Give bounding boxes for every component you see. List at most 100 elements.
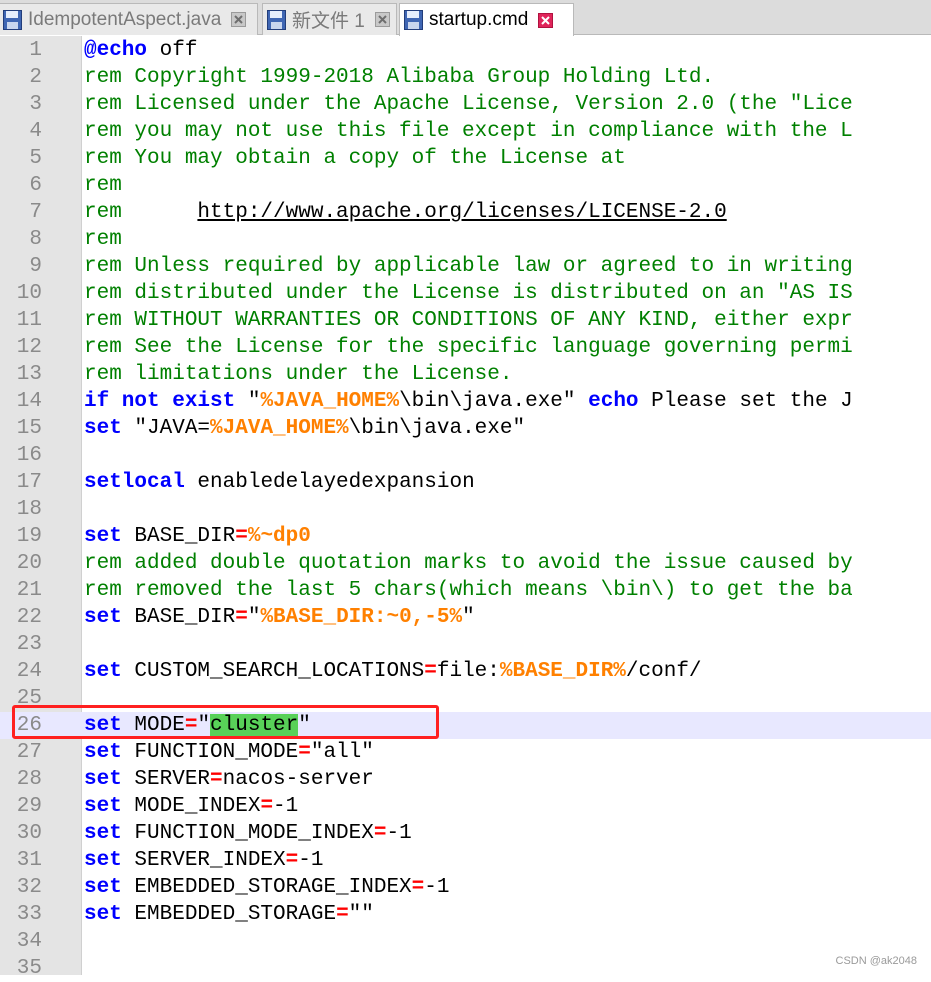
- token-t: ": [247, 606, 261, 629]
- code-line[interactable]: 26 set MODE="cluster": [0, 712, 931, 739]
- code-line[interactable]: 33 set EMBEDDED_STORAGE="": [0, 901, 931, 928]
- code-line[interactable]: 30 set FUNCTION_MODE_INDEX=-1: [0, 820, 931, 847]
- token-t: EMBEDDED_STORAGE_INDEX: [121, 876, 412, 899]
- code-line[interactable]: 10 rem distributed under the License is d…: [0, 280, 931, 307]
- code-line[interactable]: 13 rem limitations under the License.: [0, 361, 931, 388]
- code-line[interactable]: 9 rem Unless required by applicable law o…: [0, 253, 931, 280]
- code-line[interactable]: 15 set "JAVA=%JAVA_HOME%\bin\java.exe": [0, 415, 931, 442]
- token-kw: set: [84, 606, 122, 629]
- code-text: rem Unless required by applicable law or…: [84, 253, 853, 280]
- code-line[interactable]: 34: [0, 928, 931, 955]
- token-t: /conf/: [625, 660, 702, 683]
- token-t: SERVER: [121, 768, 211, 791]
- token-t: ": [298, 714, 311, 737]
- line-number: 31: [16, 849, 42, 872]
- code-text: rem See the License for the specific lan…: [84, 334, 853, 361]
- close-icon[interactable]: [538, 12, 554, 28]
- line-number: 35: [16, 957, 42, 980]
- code-text: rem Copyright 1999-2018 Alibaba Group Ho…: [84, 64, 714, 91]
- token-kw: setlocal: [84, 471, 185, 494]
- code-text: set MODE_INDEX=-1: [84, 793, 298, 820]
- line-number: 27: [16, 741, 42, 764]
- line-number: 4: [29, 120, 42, 143]
- token-t: -1: [424, 876, 450, 899]
- token-kw: @echo: [84, 39, 148, 62]
- tab-startup-cmd[interactable]: startup.cmd: [399, 3, 574, 36]
- token-var: %JAVA_HOME%: [260, 390, 400, 413]
- code-text: set MODE="cluster": [84, 712, 311, 739]
- code-line[interactable]: 6 rem: [0, 172, 931, 199]
- code-text: set BASE_DIR="%BASE_DIR:~0,-5%": [84, 604, 475, 631]
- code-line[interactable]: 4 rem you may not use this file except in…: [0, 118, 931, 145]
- tab-new-file-1[interactable]: 新文件 1: [262, 3, 397, 35]
- code-line[interactable]: 12 rem See the License for the specific l…: [0, 334, 931, 361]
- line-number: 24: [16, 660, 42, 683]
- line-number: 26: [16, 714, 42, 737]
- token-t: CUSTOM_SEARCH_LOCATIONS: [121, 660, 425, 683]
- token-rem: rem: [84, 174, 122, 197]
- code-line[interactable]: 5 rem You may obtain a copy of the Licens…: [0, 145, 931, 172]
- save-icon: [267, 9, 286, 30]
- code-line[interactable]: 18: [0, 496, 931, 523]
- close-icon[interactable]: [374, 12, 390, 27]
- token-t: -1: [386, 822, 412, 845]
- code-line[interactable]: 7 rem http://www.apache.org/licenses/LICE…: [0, 199, 931, 226]
- token-kw: set: [84, 660, 122, 683]
- code-text: rem You may obtain a copy of the License…: [84, 145, 626, 172]
- code-text: @echo off: [84, 37, 197, 64]
- token-sel: cluster: [210, 714, 299, 737]
- code-line[interactable]: 31 set SERVER_INDEX=-1: [0, 847, 931, 874]
- code-line[interactable]: 3 rem Licensed under the Apache License, …: [0, 91, 931, 118]
- code-text: set EMBEDDED_STORAGE_INDEX=-1: [84, 874, 450, 901]
- code-line[interactable]: 1 @echo off: [0, 37, 931, 64]
- code-line[interactable]: 21 rem removed the last 5 chars(which mea…: [0, 577, 931, 604]
- code-line[interactable]: 14 if not exist "%JAVA_HOME%\bin\java.exe…: [0, 388, 931, 415]
- token-t: FUNCTION_MODE_INDEX: [121, 822, 374, 845]
- code-line[interactable]: 24 set CUSTOM_SEARCH_LOCATIONS=file:%BASE…: [0, 658, 931, 685]
- code-text: set CUSTOM_SEARCH_LOCATIONS=file:%BASE_D…: [84, 658, 702, 685]
- code-text: set SERVER_INDEX=-1: [84, 847, 323, 874]
- close-icon[interactable]: [231, 12, 247, 27]
- line-number: 30: [16, 822, 42, 845]
- line-number: 8: [29, 228, 42, 251]
- code-line[interactable]: 17 setlocal enabledelayedexpansion: [0, 469, 931, 496]
- token-t: \bin\java.exe": [348, 417, 526, 440]
- token-t: \bin\java.exe": [399, 390, 589, 413]
- code-text: if not exist "%JAVA_HOME%\bin\java.exe" …: [84, 388, 853, 415]
- code-line[interactable]: 2 rem Copyright 1999-2018 Alibaba Group H…: [0, 64, 931, 91]
- token-rem: rem You may obtain a copy of the License…: [84, 147, 626, 170]
- code-text: rem WITHOUT WARRANTIES OR CONDITIONS OF …: [84, 307, 853, 334]
- token-op: =: [260, 795, 274, 818]
- token-kw: set: [84, 525, 122, 548]
- token-op: =: [411, 876, 425, 899]
- token-kw: set: [84, 822, 122, 845]
- token-op: =: [373, 822, 387, 845]
- token-kw: echo: [588, 390, 639, 413]
- code-line[interactable]: 32 set EMBEDDED_STORAGE_INDEX=-1: [0, 874, 931, 901]
- tab-idempotentaspect[interactable]: IdempotentAspect.java: [0, 3, 258, 35]
- code-line[interactable]: 8 rem: [0, 226, 931, 253]
- token-t: ": [197, 714, 211, 737]
- code-line[interactable]: 11 rem WITHOUT WARRANTIES OR CONDITIONS O…: [0, 307, 931, 334]
- code-line[interactable]: 23: [0, 631, 931, 658]
- token-op: =: [235, 525, 248, 548]
- code-text: rem limitations under the License.: [84, 361, 512, 388]
- token-op: =: [210, 768, 223, 791]
- code-line[interactable]: 20 rem added double quotation marks to av…: [0, 550, 931, 577]
- code-line[interactable]: 28 set SERVER=nacos-server: [0, 766, 931, 793]
- code-line[interactable]: 22 set BASE_DIR="%BASE_DIR:~0,-5%": [0, 604, 931, 631]
- token-t: -1: [298, 849, 324, 872]
- code-line[interactable]: 19 set BASE_DIR=%~dp0: [0, 523, 931, 550]
- token-rem: rem See the License for the specific lan…: [84, 336, 853, 359]
- code-text: set FUNCTION_MODE_INDEX=-1: [84, 820, 412, 847]
- code-line[interactable]: 35: [0, 955, 931, 982]
- code-line[interactable]: 25: [0, 685, 931, 712]
- tab-label: IdempotentAspect.java: [28, 8, 222, 30]
- token-rem: rem WITHOUT WARRANTIES OR CONDITIONS OF …: [84, 309, 853, 332]
- code-line[interactable]: 16: [0, 442, 931, 469]
- code-line[interactable]: 29 set MODE_INDEX=-1: [0, 793, 931, 820]
- code-text: rem distributed under the License is dis…: [84, 280, 853, 307]
- code-line[interactable]: 27 set FUNCTION_MODE="all": [0, 739, 931, 766]
- token-kw: set: [84, 714, 122, 737]
- line-number: 23: [16, 633, 42, 656]
